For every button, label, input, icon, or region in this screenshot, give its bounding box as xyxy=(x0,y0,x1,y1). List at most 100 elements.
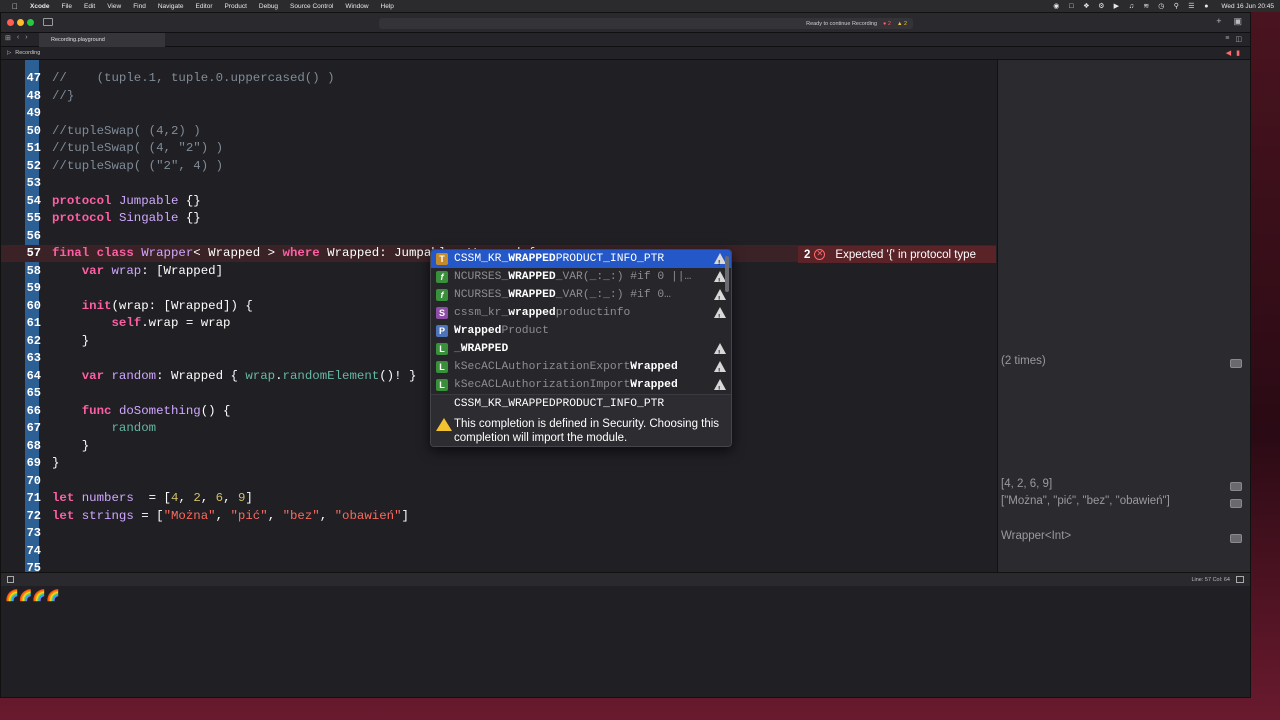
code-line[interactable]: 70 xyxy=(1,473,996,490)
completion-item[interactable]: f NCURSES_WRAPPED_VAR(_:_:) #if 0… xyxy=(431,286,731,309)
line-number[interactable]: 50 xyxy=(23,123,41,140)
line-number[interactable]: 56 xyxy=(23,228,41,245)
menu-edit[interactable]: Edit xyxy=(84,3,95,10)
error-icon[interactable]: ✕ xyxy=(814,249,826,260)
control-center-icon[interactable]: ☰ xyxy=(1187,2,1195,10)
code-line[interactable]: 72 let strings = ["Można", "pić", "bez", … xyxy=(1,508,996,525)
line-number[interactable]: 64 xyxy=(23,368,41,385)
inline-error[interactable]: 2 ✕ Expected '{' in protocol type xyxy=(798,246,996,263)
line-number[interactable]: 55 xyxy=(23,210,41,227)
completion-item[interactable]: LkSecACLAuthorizationImportWrapped xyxy=(431,376,731,399)
line-number[interactable]: 59 xyxy=(23,280,41,297)
line-number[interactable]: 69 xyxy=(23,455,41,472)
toolbar-error-count[interactable]: ● 2 xyxy=(883,21,891,27)
line-number[interactable]: 57 xyxy=(23,245,41,262)
play-icon[interactable]: ▶ xyxy=(1112,2,1120,10)
code-line[interactable]: 51 //tupleSwap( (4, "2") ) xyxy=(1,140,996,157)
menu-navigate[interactable]: Navigate xyxy=(158,3,184,10)
completion-scrollbar[interactable] xyxy=(725,256,729,292)
line-number[interactable]: 67 xyxy=(23,420,41,437)
console-output[interactable]: 🌈🌈🌈🌈 xyxy=(1,586,1250,697)
minimize-window-button[interactable] xyxy=(17,19,24,26)
back-icon[interactable]: ‹ xyxy=(17,34,19,42)
wifi-icon[interactable]: ≋ xyxy=(1142,2,1150,10)
line-number[interactable]: 70 xyxy=(23,473,41,490)
menu-help[interactable]: Help xyxy=(381,3,394,10)
line-number[interactable]: 71 xyxy=(23,490,41,507)
completion-item[interactable]: Scssm_kr_wrappedproductinfo xyxy=(431,304,731,327)
quick-look-button[interactable] xyxy=(1230,534,1242,543)
gear-icon[interactable]: ⚙ xyxy=(1097,2,1105,10)
zoom-window-button[interactable] xyxy=(27,19,34,26)
completion-item[interactable]: L _WRAPPED xyxy=(431,340,731,363)
completion-item[interactable]: f NCURSES_WRAPPED_VAR(_:_:) #if 0 ||… xyxy=(431,268,731,291)
split-icon[interactable]: ◫ xyxy=(1235,35,1242,43)
code-line[interactable]: 48 //} xyxy=(1,88,996,105)
lines-icon[interactable]: ≡ xyxy=(1225,35,1229,43)
activity-viewer[interactable]: Ready to continue Recording ● 2 ▲ 2 xyxy=(379,18,913,29)
code-line[interactable]: 54 protocol Jumpable {} xyxy=(1,193,996,210)
line-number[interactable]: 73 xyxy=(23,525,41,542)
line-number[interactable]: 68 xyxy=(23,438,41,455)
quick-look-button[interactable] xyxy=(1230,499,1242,508)
issue-icon[interactable]: ◀ xyxy=(1226,49,1231,57)
dropbox-icon[interactable]: ❖ xyxy=(1082,2,1090,10)
menu-file[interactable]: File xyxy=(62,3,72,10)
close-window-button[interactable] xyxy=(7,19,14,26)
line-number[interactable]: 63 xyxy=(23,350,41,367)
record-icon[interactable]: ◉ xyxy=(1052,2,1060,10)
siri-icon[interactable]: ● xyxy=(1202,3,1210,10)
menu-clock[interactable]: Wed 16 Jun 20:45 xyxy=(1221,3,1274,10)
line-number[interactable]: 66 xyxy=(23,403,41,420)
search-icon[interactable]: ⚲ xyxy=(1172,2,1180,10)
completion-item[interactable]: T CSSM_KR_WRAPPEDPRODUCT_INFO_PTR xyxy=(431,250,731,273)
code-line[interactable]: 50 //tupleSwap( (4,2) ) xyxy=(1,123,996,140)
menu-view[interactable]: View xyxy=(107,3,121,10)
add-icon[interactable]: + xyxy=(1216,16,1221,27)
code-line[interactable]: 53 xyxy=(1,175,996,192)
quick-look-button[interactable] xyxy=(1230,359,1242,368)
debug-toggle-icon[interactable] xyxy=(7,576,14,583)
line-number[interactable]: 48 xyxy=(23,88,41,105)
console-toggle-icon[interactable] xyxy=(1236,576,1244,583)
clock-icon[interactable]: ◷ xyxy=(1157,2,1165,10)
code-line[interactable]: 55 protocol Singable {} xyxy=(1,210,996,227)
line-number[interactable]: 49 xyxy=(23,105,41,122)
issue-nav-icon[interactable]: ▮ xyxy=(1236,49,1240,57)
menu-find[interactable]: Find xyxy=(133,3,146,10)
menu-window[interactable]: Window xyxy=(345,3,368,10)
code-line[interactable]: 52 //tupleSwap( ("2", 4) ) xyxy=(1,158,996,175)
menu-debug[interactable]: Debug xyxy=(259,3,278,10)
line-number[interactable]: 52 xyxy=(23,158,41,175)
line-number[interactable]: 58 xyxy=(23,263,41,280)
code-line[interactable]: 73 xyxy=(1,525,996,542)
code-line[interactable]: 49 xyxy=(1,105,996,122)
menu-app-name[interactable]: Xcode xyxy=(30,3,50,10)
quick-look-button[interactable] xyxy=(1230,482,1242,491)
menu-product[interactable]: Product xyxy=(224,3,246,10)
volume-icon[interactable]: ♫ xyxy=(1127,3,1135,10)
menu-source-control[interactable]: Source Control xyxy=(290,3,333,10)
code-line[interactable]: 71 let numbers = [4, 2, 6, 9] xyxy=(1,490,996,507)
tab-recording-playground[interactable]: Recording.playground xyxy=(39,33,165,47)
code-line[interactable]: 74 xyxy=(1,543,996,560)
line-number[interactable]: 75 xyxy=(23,560,41,572)
menu-editor[interactable]: Editor xyxy=(196,3,213,10)
grid-icon[interactable]: ⊞ xyxy=(5,34,11,42)
code-line[interactable]: 75 xyxy=(1,560,996,572)
line-number[interactable]: 47 xyxy=(23,70,41,87)
sidebar-toggle-icon[interactable] xyxy=(43,18,53,26)
forward-icon[interactable]: › xyxy=(25,34,27,42)
code-line[interactable]: 69} xyxy=(1,455,996,472)
code-completion-popup[interactable]: TCSSM_KR_WRAPPEDPRODUCT_INFO_PTRfNCURSES… xyxy=(430,249,732,447)
completion-item[interactable]: P WrappedProduct xyxy=(431,322,731,340)
line-number[interactable]: 62 xyxy=(23,333,41,350)
line-number[interactable]: 53 xyxy=(23,175,41,192)
line-number[interactable]: 60 xyxy=(23,298,41,315)
jumpbar-item[interactable]: Recording xyxy=(15,50,40,56)
completion-item[interactable]: LkSecACLAuthorizationExportWrapped xyxy=(431,358,731,381)
window-icon[interactable]: □ xyxy=(1067,3,1075,10)
line-number[interactable]: 51 xyxy=(23,140,41,157)
line-number[interactable]: 61 xyxy=(23,315,41,332)
apple-icon[interactable]:  xyxy=(8,2,22,11)
